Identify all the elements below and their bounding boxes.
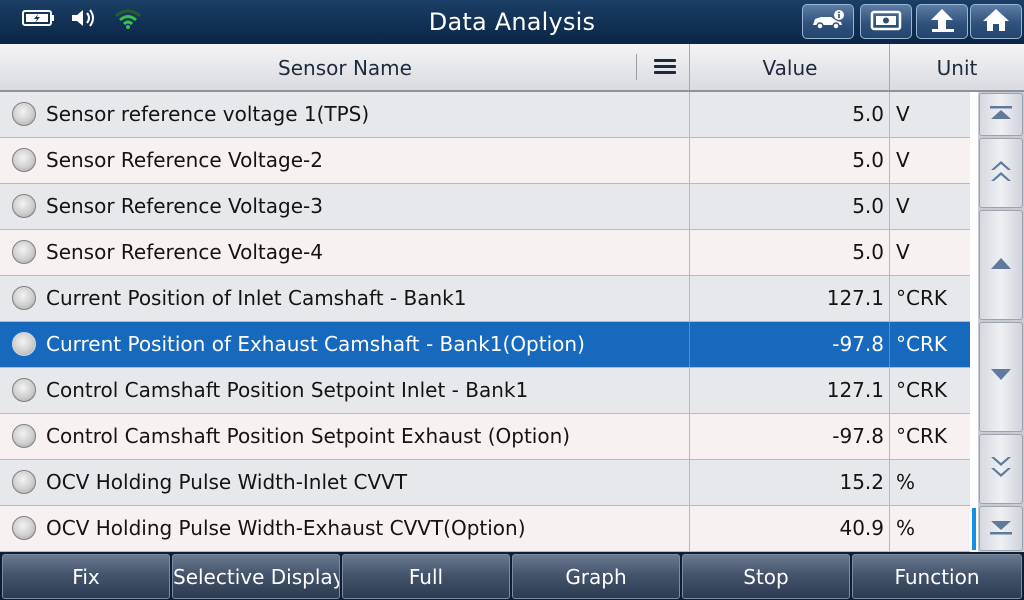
back-button[interactable] — [916, 4, 968, 39]
sensor-list: Sensor reference voltage 1(TPS) 5.0 V Se… — [0, 92, 972, 552]
graph-button[interactable]: Graph — [512, 554, 680, 599]
sensor-value: 5.0 — [852, 148, 884, 172]
table-row[interactable]: Control Camshaft Position Setpoint Exhau… — [0, 414, 972, 460]
stop-button[interactable]: Stop — [682, 554, 850, 599]
vehicle-info-icon — [810, 9, 846, 35]
sensor-unit: °CRK — [896, 378, 947, 402]
sensor-unit: V — [896, 194, 910, 218]
sensor-value: 40.9 — [839, 516, 884, 540]
home-button[interactable] — [970, 4, 1022, 39]
sensor-unit: V — [896, 102, 910, 126]
double-chevron-down-icon — [988, 455, 1014, 483]
sensor-value: 5.0 — [852, 102, 884, 126]
line-down-button[interactable] — [979, 322, 1023, 432]
sensor-unit: % — [896, 516, 916, 540]
sensor-value: 127.1 — [826, 378, 884, 402]
sensor-value: -97.8 — [832, 424, 884, 448]
sensor-unit: °CRK — [896, 286, 947, 310]
sensor-unit: V — [896, 240, 910, 264]
sensor-value: 127.1 — [826, 286, 884, 310]
row-radio-button[interactable] — [12, 148, 36, 172]
back-icon — [927, 7, 957, 37]
table-row[interactable]: Sensor Reference Voltage-3 5.0 V — [0, 184, 972, 230]
sensor-unit: V — [896, 148, 910, 172]
column-header-sensor-name: Sensor Name — [278, 56, 412, 80]
scrollbar-track[interactable] — [970, 92, 978, 552]
sensor-unit: °CRK — [896, 424, 947, 448]
row-radio-button[interactable] — [12, 240, 36, 264]
function-button[interactable]: Function — [852, 554, 1022, 599]
row-radio-button[interactable] — [12, 102, 36, 126]
triangle-down-icon — [988, 367, 1014, 387]
full-button[interactable]: Full — [342, 554, 510, 599]
header-divider — [636, 54, 637, 80]
menu-icon[interactable] — [654, 59, 676, 75]
table-row[interactable]: OCV Holding Pulse Width-Inlet CVVT 15.2 … — [0, 460, 972, 506]
sensor-name: Sensor Reference Voltage-4 — [46, 240, 323, 264]
sensor-value: 5.0 — [852, 194, 884, 218]
row-radio-button[interactable] — [12, 378, 36, 402]
home-icon — [981, 7, 1011, 37]
sensor-name: Sensor reference voltage 1(TPS) — [46, 102, 370, 126]
selective-display-button[interactable]: Selective Display — [172, 554, 340, 599]
triangle-up-icon — [988, 255, 1014, 275]
table-row[interactable]: OCV Holding Pulse Width-Exhaust CVVT(Opt… — [0, 506, 972, 552]
scroll-bottom-button[interactable] — [979, 506, 1023, 551]
column-header-value: Value — [762, 56, 818, 80]
table-header: Sensor Name Value Unit — [0, 44, 1024, 92]
line-up-button[interactable] — [979, 210, 1023, 320]
page-up-button[interactable] — [979, 138, 1023, 208]
scroll-bottom-icon — [988, 518, 1014, 540]
sensor-value: -97.8 — [832, 332, 884, 356]
sensor-name: OCV Holding Pulse Width-Inlet CVVT — [46, 470, 408, 494]
scroll-button-column — [978, 92, 1024, 552]
sensor-name: Control Camshaft Position Setpoint Exhau… — [46, 424, 571, 448]
scroll-top-button[interactable] — [979, 93, 1023, 136]
sensor-name: OCV Holding Pulse Width-Exhaust CVVT(Opt… — [46, 516, 526, 540]
scroll-top-icon — [988, 104, 1014, 126]
row-radio-button[interactable] — [12, 286, 36, 310]
sensor-unit: % — [896, 470, 916, 494]
row-radio-button[interactable] — [12, 470, 36, 494]
screenshot-button[interactable] — [860, 4, 912, 39]
row-radio-button[interactable] — [12, 194, 36, 218]
row-radio-button[interactable] — [12, 516, 36, 540]
vehicle-info-button[interactable] — [802, 4, 854, 39]
table-row-selected[interactable]: Current Position of Exhaust Camshaft - B… — [0, 322, 972, 368]
row-radio-button[interactable] — [12, 424, 36, 448]
table-row[interactable]: Sensor Reference Voltage-4 5.0 V — [0, 230, 972, 276]
table-row[interactable]: Sensor Reference Voltage-2 5.0 V — [0, 138, 972, 184]
sensor-name: Sensor Reference Voltage-3 — [46, 194, 323, 218]
scrollbar-thumb[interactable] — [972, 508, 976, 550]
table-row[interactable]: Sensor reference voltage 1(TPS) 5.0 V — [0, 92, 972, 138]
sensor-unit: °CRK — [896, 332, 947, 356]
column-header-unit: Unit — [936, 56, 978, 80]
table-row[interactable]: Current Position of Inlet Camshaft - Ban… — [0, 276, 972, 322]
sensor-name: Current Position of Exhaust Camshaft - B… — [46, 332, 585, 356]
screenshot-icon — [869, 9, 903, 35]
fix-button[interactable]: Fix — [2, 554, 170, 599]
sensor-name: Control Camshaft Position Setpoint Inlet… — [46, 378, 529, 402]
row-radio-button[interactable] — [12, 332, 36, 356]
sensor-name: Sensor Reference Voltage-2 — [46, 148, 323, 172]
bottom-toolbar: Fix Selective Display Full Graph Stop Fu… — [0, 552, 1024, 600]
sensor-name: Current Position of Inlet Camshaft - Ban… — [46, 286, 467, 310]
title-bar: Data Analysis — [0, 0, 1024, 44]
double-chevron-up-icon — [988, 159, 1014, 187]
sensor-value: 5.0 — [852, 240, 884, 264]
sensor-value: 15.2 — [839, 470, 884, 494]
page-down-button[interactable] — [979, 434, 1023, 504]
table-row[interactable]: Control Camshaft Position Setpoint Inlet… — [0, 368, 972, 414]
